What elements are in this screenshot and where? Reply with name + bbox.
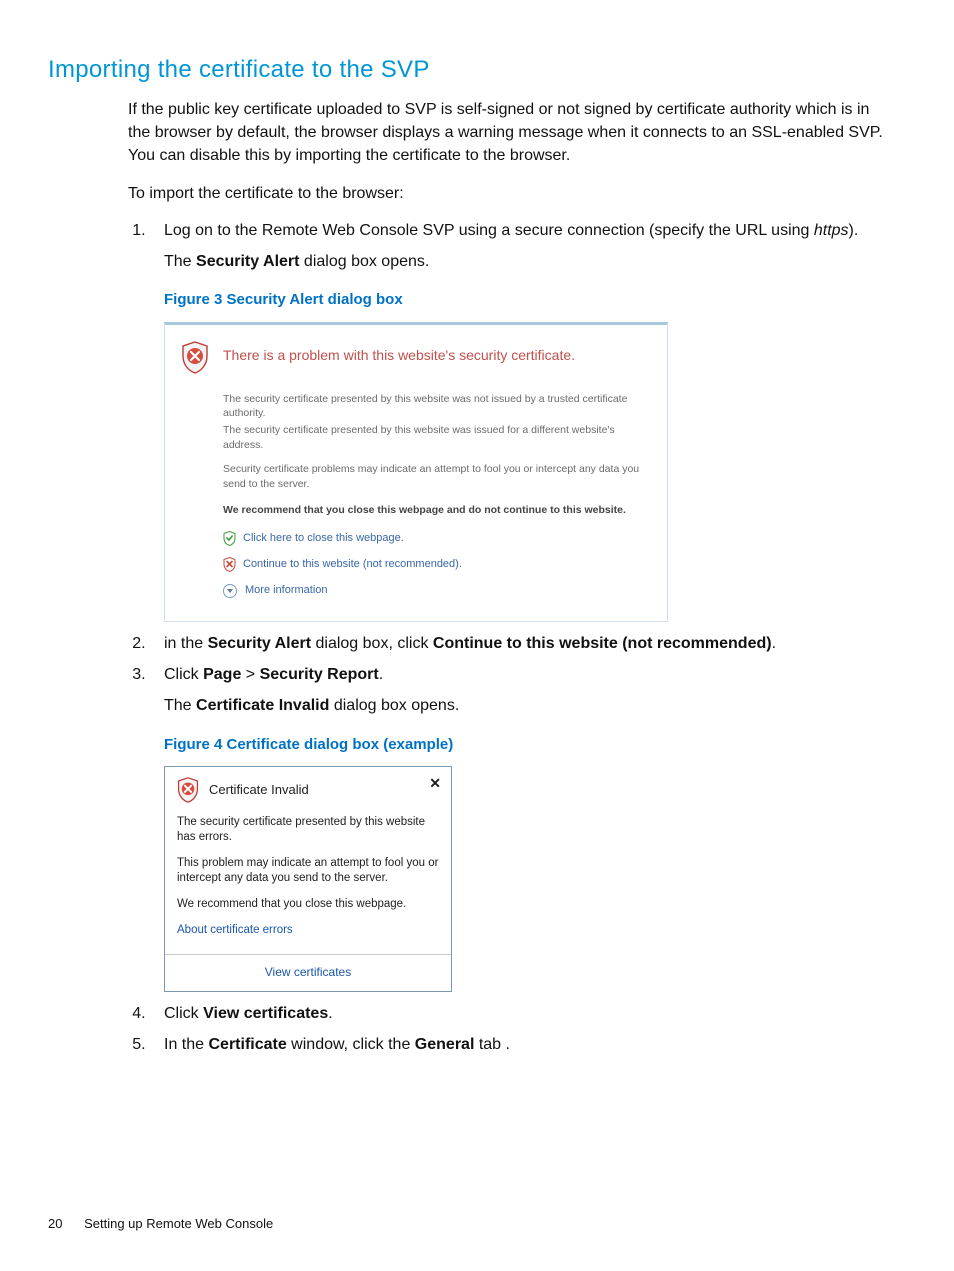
step-3-b2: Security Report	[260, 666, 379, 683]
step-2-b1: Security Alert	[208, 635, 311, 652]
step-3: Click Page > Security Report. The Certif…	[150, 663, 896, 992]
step-1-sub-bold: Security Alert	[196, 253, 299, 270]
step-3-sub-b: dialog box opens.	[329, 697, 459, 714]
step-5-b1: Certificate	[208, 1036, 286, 1053]
step-2-b2: Continue to this website (not recommende…	[433, 635, 772, 652]
security-alert-title: There is a problem with this website's s…	[223, 345, 575, 367]
step-1-sub-a: The	[164, 253, 196, 270]
step-1-text-a: Log on to the Remote Web Console SVP usi…	[164, 222, 814, 239]
step-3-sub-bold: Certificate Invalid	[196, 697, 329, 714]
step-1-italic: https	[814, 222, 849, 239]
step-2-c: dialog box, click	[311, 635, 433, 652]
step-1: Log on to the Remote Web Console SVP usi…	[150, 219, 896, 622]
chevron-down-icon	[223, 584, 237, 598]
security-alert-recommend: We recommend that you close this webpage…	[223, 502, 647, 518]
page-footer: 20 Setting up Remote Web Console	[48, 1216, 273, 1231]
step-1-text-b: ).	[849, 222, 859, 239]
step-4-b: View certificates	[203, 1005, 328, 1022]
more-information-toggle[interactable]: More information	[223, 582, 647, 599]
step-3-gt: >	[241, 666, 259, 683]
continue-website-link-text: Continue to this website (not recommende…	[243, 556, 462, 573]
lead-in: To import the certificate to the browser…	[128, 182, 896, 205]
continue-website-link[interactable]: Continue to this website (not recommende…	[223, 556, 647, 573]
security-alert-detail-3: Security certificate problems may indica…	[223, 462, 647, 491]
cert-p1: The security certificate presented by th…	[177, 815, 441, 846]
security-alert-detail-1: The security certificate presented by th…	[223, 392, 647, 421]
step-3-a: Click	[164, 666, 203, 683]
step-2-d: .	[772, 635, 776, 652]
shield-error-icon	[181, 341, 209, 374]
step-3-sub-a: The	[164, 697, 196, 714]
security-alert-dialog: There is a problem with this website's s…	[164, 322, 668, 623]
figure-4-caption: Figure 4 Certificate dialog box (example…	[164, 733, 896, 756]
view-certificates-button[interactable]: View certificates	[165, 954, 451, 991]
page-number: 20	[48, 1216, 62, 1231]
close-button[interactable]: ✕	[429, 773, 441, 795]
step-2-a: in the	[164, 635, 208, 652]
shield-error-icon	[177, 777, 199, 803]
shield-check-icon	[223, 531, 236, 546]
step-1-sub-b: dialog box opens.	[299, 253, 429, 270]
step-5-b2: General	[415, 1036, 475, 1053]
step-3-c: .	[379, 666, 383, 683]
security-alert-detail-2: The security certificate presented by th…	[223, 423, 647, 452]
step-4-a: Click	[164, 1005, 203, 1022]
step-5-c: window, click the	[287, 1036, 415, 1053]
section-heading: Importing the certificate to the SVP	[48, 56, 906, 84]
close-webpage-link[interactable]: Click here to close this webpage.	[223, 530, 647, 547]
cert-p3: We recommend that you close this webpage…	[177, 897, 441, 913]
step-4: Click View certificates.	[150, 1002, 896, 1027]
step-5: In the Certificate window, click the Gen…	[150, 1033, 896, 1058]
certificate-invalid-dialog: ✕ Certificate Invalid The security certi…	[164, 766, 452, 992]
shield-x-small-icon	[223, 557, 236, 572]
step-5-a: In the	[164, 1036, 208, 1053]
step-4-c: .	[328, 1005, 332, 1022]
footer-section-name: Setting up Remote Web Console	[84, 1216, 273, 1231]
cert-p2: This problem may indicate an attempt to …	[177, 856, 441, 887]
intro-paragraph: If the public key certificate uploaded t…	[128, 98, 896, 168]
about-certificate-errors-link[interactable]: About certificate errors	[177, 922, 293, 940]
more-information-label: More information	[245, 582, 328, 599]
step-3-b1: Page	[203, 666, 241, 683]
certificate-invalid-title: Certificate Invalid	[209, 780, 309, 800]
figure-3-caption: Figure 3 Security Alert dialog box	[164, 288, 896, 311]
close-webpage-link-text: Click here to close this webpage.	[243, 530, 404, 547]
step-5-d: tab .	[474, 1036, 510, 1053]
step-2: in the Security Alert dialog box, click …	[150, 632, 896, 657]
